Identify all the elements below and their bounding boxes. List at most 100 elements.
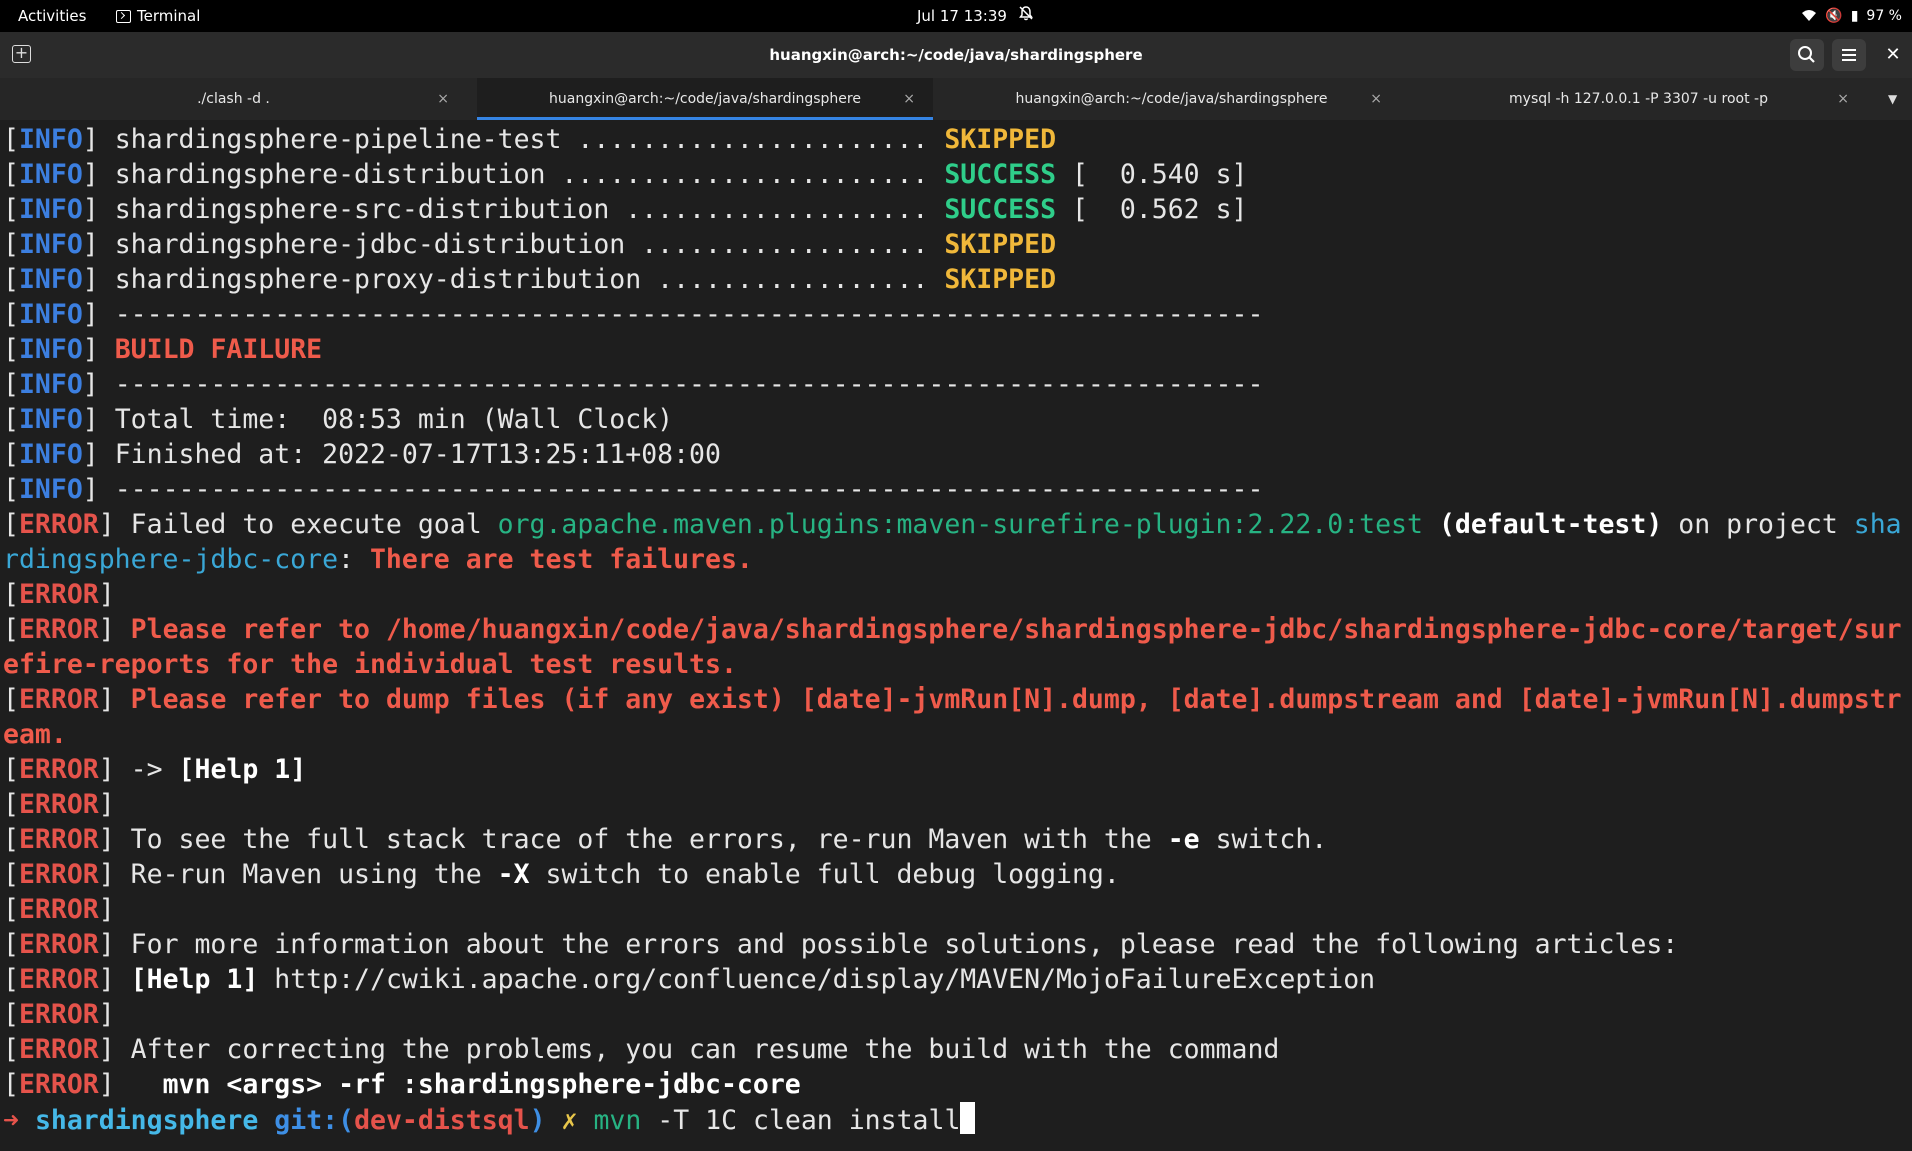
terminal-output[interactable]: [INFO] shardingsphere-pipeline-test ....… [0,122,1912,1151]
line-segment: ] --------------------------------------… [82,474,1264,505]
line-segment: BUILD FAILURE [114,334,323,365]
line-segment: ERROR [18,894,99,925]
terminal-line: rdingsphere-jdbc-core: There are test fa… [0,542,1912,577]
tab-mysql[interactable]: mysql -h 127.0.0.1 -P 3307 -u root -p × [1410,78,1867,120]
prompt-dirty-mark: ✗ [561,1105,578,1136]
tab-shardingsphere[interactable]: huangxin@arch:~/code/java/shardingsphere… [943,78,1400,120]
line-segment: switch to enable full debug logging. [529,859,1120,890]
line-segment: ERROR [18,509,99,540]
line-segment: org.apache.maven.plugins:maven-surefire-… [497,509,1423,540]
main-menu-button[interactable] [1832,39,1866,71]
line-segment: ERROR [18,1034,99,1065]
tab-clash[interactable]: ./clash -d . × [0,78,467,120]
activities-button[interactable]: Activities [18,0,86,32]
line-segment: SUCCESS [944,159,1057,190]
tab-close-icon[interactable]: × [1837,78,1849,120]
terminal-line: [ERROR] [0,577,1912,612]
line-segment: on project [1662,509,1854,540]
line-segment: ERROR [18,859,99,890]
window-title: huangxin@arch:~/code/java/shardingsphere [769,46,1143,64]
new-tab-button[interactable]: + [12,45,31,63]
line-segment: SKIPPED [944,264,1057,295]
line-segment: [ [3,159,19,190]
tab-overflow-chevron-down-icon[interactable]: ▼ [1888,78,1897,120]
battery-icon: ▮ [1850,8,1859,24]
line-segment: -e [1167,824,1200,855]
line-segment: ] For more information about the errors … [98,929,1679,960]
line-segment: [ [3,1034,19,1065]
line-segment: rdingsphere-jdbc-core [3,544,339,575]
terminal-line: [ERROR] mvn <args> -rf :shardingsphere-j… [0,1067,1912,1102]
line-segment: ] -> [98,754,179,785]
line-segment: -X [497,859,530,890]
clock[interactable]: Jul 17 13:39 [917,0,1007,32]
tab-close-icon[interactable]: × [1370,78,1382,120]
line-segment: ] [98,614,131,645]
hamburger-icon [1842,49,1856,61]
tab-label: huangxin@arch:~/code/java/shardingsphere [549,91,861,107]
tab-close-icon[interactable]: × [437,78,449,120]
tab-shardingsphere-active[interactable]: huangxin@arch:~/code/java/shardingsphere… [477,78,933,120]
line-segment: ] shardingsphere-src-distribution ......… [82,194,945,225]
line-segment: eam. [3,719,67,750]
line-segment: [ [3,334,19,365]
shell-prompt-line[interactable]: ➜ shardingsphere git:(dev-distsql) ✗ mvn… [0,1102,1912,1137]
line-segment: ] shardingsphere-distribution ..........… [82,159,945,190]
terminal-line: [INFO] shardingsphere-jdbc-distribution … [0,227,1912,262]
line-segment: [ [3,299,19,330]
line-segment: ] To see the full stack trace of the err… [98,824,1168,855]
app-name: Terminal [137,7,201,25]
terminal-line: [INFO] Finished at: 2022-07-17T13:25:11+… [0,437,1912,472]
terminal-line: [ERROR] [Help 1] http://cwiki.apache.org… [0,962,1912,997]
line-segment: [ [3,509,19,540]
window-header: huangxin@arch:~/code/java/shardingsphere… [0,32,1912,78]
terminal-line: [ERROR] Please refer to dump files (if a… [0,682,1912,717]
line-segment: [ [3,614,19,645]
line-segment: efire-reports for the individual test re… [3,649,737,680]
line-segment: mvn <args> -rf :shardingsphere-jdbc-core [162,1069,801,1100]
prompt-git-label: git:( [274,1105,355,1136]
line-segment: http://cwiki.apache.org/confluence/displ… [258,964,1376,995]
line-segment: : [338,544,370,575]
terminal-line: [ERROR] To see the full stack trace of t… [0,822,1912,857]
line-segment: [ [3,229,19,260]
terminal-line: [INFO] Total time: 08:53 min (Wall Clock… [0,402,1912,437]
line-segment: INFO [18,299,83,330]
terminal-line: [INFO] ---------------------------------… [0,297,1912,332]
line-segment: ] [98,684,131,715]
line-segment: ERROR [18,579,99,610]
line-segment: Please refer to dump files (if any exist… [130,684,1902,715]
line-segment: ERROR [18,614,99,645]
terminal-line: [ERROR] [0,997,1912,1032]
battery-level: 97 % [1866,8,1902,24]
search-button[interactable] [1790,39,1824,71]
tab-close-icon[interactable]: × [903,78,915,120]
line-segment: ] [82,334,115,365]
line-segment: [ [3,439,19,470]
system-top-bar: Activities Terminal Jul 17 13:39 🔇 ▮ 97 % [0,0,1912,32]
terminal-lines: [INFO] shardingsphere-pipeline-test ....… [0,122,1912,1102]
line-segment: ERROR [18,754,99,785]
line-segment: ] After correcting the problems, you can… [98,1034,1280,1065]
tab-label: huangxin@arch:~/code/java/shardingsphere [1015,91,1328,107]
terminal-line: [ERROR] Please refer to /home/huangxin/c… [0,612,1912,647]
line-segment: ERROR [18,929,99,960]
line-segment: INFO [18,369,83,400]
text-cursor [960,1102,976,1134]
line-segment: ] [98,894,115,925]
terminal-line: efire-reports for the individual test re… [0,647,1912,682]
line-segment: INFO [18,264,83,295]
line-segment: [ [3,894,19,925]
terminal-line: [INFO] shardingsphere-pipeline-test ....… [0,122,1912,157]
line-segment: (default-test) [1438,509,1663,540]
line-segment: [ [3,474,19,505]
app-menu[interactable]: Terminal [116,0,200,32]
system-status[interactable]: 🔇 ▮ 97 % [1801,0,1902,32]
line-segment: sha [1853,509,1902,540]
line-segment: SKIPPED [944,124,1057,155]
line-segment [1423,509,1439,540]
close-window-button[interactable]: ✕ [1882,44,1904,66]
line-segment: INFO [18,474,83,505]
terminal-line: [INFO] BUILD FAILURE [0,332,1912,367]
line-segment: ] [98,1069,163,1100]
